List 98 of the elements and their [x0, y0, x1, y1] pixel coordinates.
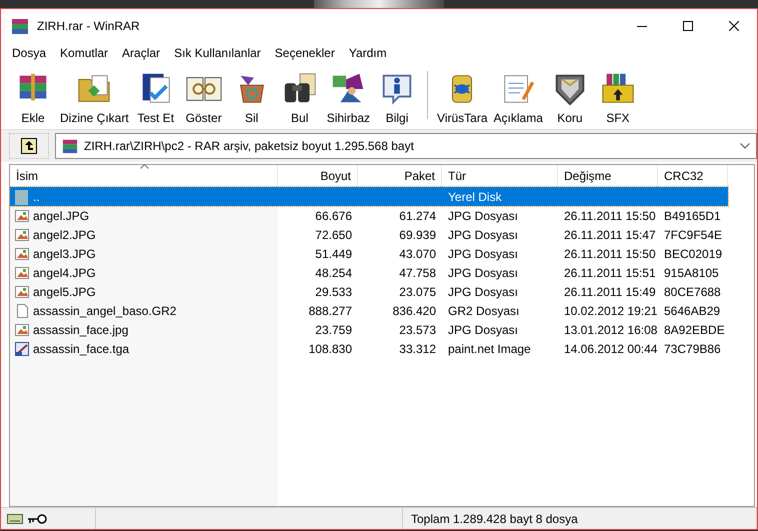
file-name: angel.JPG [33, 208, 90, 222]
toolbar-button[interactable]: Ekle [9, 70, 57, 125]
table-cell: 8A92EBDE [664, 322, 725, 336]
drive-icon [7, 512, 23, 524]
toolbar-button[interactable]: SFX [594, 70, 642, 125]
status-text: Toplam 1.289.428 bayt 8 dosya [411, 512, 578, 526]
toolbar-button[interactable]: Göster [180, 70, 228, 125]
table-cell: 836.420 [392, 304, 436, 318]
file-name: angel2.JPG [33, 228, 96, 242]
menu-item[interactable]: Komutlar [53, 46, 116, 60]
table-cell: 23.075 [399, 284, 436, 298]
table-cell: JPG Dosyası [448, 246, 518, 260]
table-cell: 23.759 [315, 322, 352, 336]
table-cell: 73C79B86 [664, 342, 721, 356]
image-file-icon [14, 246, 30, 262]
table-cell: 26.11.2011 15:50 [564, 246, 656, 260]
key-icon [27, 512, 47, 524]
chevron-down-icon [740, 143, 750, 149]
file-name: assassin_face.tga [33, 342, 130, 356]
file-row[interactable]: .. Yerel Disk [10, 187, 728, 206]
file-row[interactable]: angel.JPG 66.676 61.274 JPG Dosyası 26.11.2011 15:50 B49165D1 [10, 206, 728, 225]
file-name: angel5.JPG [33, 284, 96, 298]
table-cell: 48.254 [315, 266, 352, 280]
table-cell: JPG Dosyası [448, 322, 518, 336]
table-cell: 51.449 [315, 246, 352, 260]
file-row[interactable]: assassin_face.tga 108.830 33.312 paint.net Image 14.06.2012 00:44 73C79B86 [10, 339, 728, 358]
file-name: assassin_face.jpg [33, 322, 128, 336]
table-cell: 108.830 [308, 342, 352, 356]
menu-item[interactable]: Yardım [342, 46, 394, 60]
table-cell: paint.net Image [448, 342, 531, 356]
table-cell: 72.650 [315, 228, 352, 242]
file-row[interactable]: angel2.JPG 72.650 69.939 JPG Dosyası 26.11.2011 15:47 7FC9F54E [10, 225, 728, 244]
paint-file-icon [14, 340, 30, 356]
image-file-icon [14, 226, 30, 242]
books-icon [62, 138, 78, 154]
toolbar-button[interactable]: VirüsTara [434, 70, 491, 125]
image-file-icon [14, 264, 30, 280]
table-cell: 61.274 [399, 208, 436, 222]
books-icon [11, 17, 29, 35]
path-dropdown[interactable]: ZIRH.rar\ZIRH\pc2 - RAR arşiv, paketsiz boyut 1.295.568 bayt [55, 133, 757, 159]
table-cell: 66.676 [315, 208, 352, 222]
toolbar-button[interactable]: Sihirbaz [324, 70, 374, 125]
up-folder-button[interactable] [9, 133, 49, 159]
file-icon [14, 302, 30, 318]
table-cell: 69.939 [399, 228, 436, 242]
file-name: angel3.JPG [33, 246, 96, 260]
table-cell: 26.11.2011 15:49 [564, 284, 656, 298]
menu-item[interactable]: Dosya [5, 46, 54, 60]
table-cell: 5646AB29 [664, 304, 720, 318]
toolbar-button[interactable]: Sil [228, 70, 276, 125]
maximize-icon [683, 21, 693, 31]
toolbar-button[interactable]: Dizine Çıkart [57, 70, 132, 125]
table-cell: 26.11.2011 15:51 [564, 266, 656, 280]
table-cell: 47.758 [399, 266, 436, 280]
file-name: assassin_angel_baso.GR2 [33, 304, 176, 318]
table-cell: 13.01.2012 16:08 [564, 322, 658, 336]
table-cell: JPG Dosyası [448, 208, 518, 222]
table-cell: 43.070 [399, 246, 436, 260]
table-cell: 10.02.2012 19:21 [564, 304, 658, 318]
file-row[interactable]: angel4.JPG 48.254 47.758 JPG Dosyası 26.11.2011 15:51 915A8105 [10, 263, 728, 282]
table-cell: 80CE7688 [664, 284, 721, 298]
file-name: angel4.JPG [33, 266, 96, 280]
table-cell: JPG Dosyası [448, 228, 518, 242]
table-cell: GR2 Dosyası [448, 304, 520, 318]
table-cell: 33.312 [399, 342, 436, 356]
file-row[interactable]: assassin_angel_baso.GR2 888.277 836.420 GR2 Dosyası 10.02.2012 19:21 5646AB29 [10, 301, 728, 320]
file-row[interactable]: angel3.JPG 51.449 43.070 JPG Dosyası 26.11.2011 15:50 BEC02019 [10, 244, 728, 263]
toolbar-button[interactable]: Bilgi [373, 70, 422, 125]
toolbar-button[interactable]: Bul [276, 70, 324, 125]
table-cell: 29.533 [315, 284, 352, 298]
table-cell: 26.11.2011 15:50 [564, 208, 656, 222]
table-cell: 26.11.2011 15:47 [564, 228, 656, 242]
table-cell: 23.573 [399, 322, 436, 336]
table-cell: BEC02019 [664, 246, 722, 260]
window-title: ZIRH.rar - WinRAR [37, 19, 141, 33]
toolbar-button[interactable]: Test Et [132, 70, 180, 125]
menu-item[interactable]: Sık Kullanılanlar [167, 46, 268, 60]
folder-icon [14, 188, 30, 204]
file-row[interactable]: assassin_face.jpg 23.759 23.573 JPG Dosyası 13.01.2012 16:08 8A92EBDE [10, 320, 728, 339]
table-cell: Yerel Disk [448, 190, 502, 204]
table-cell: 14.06.2012 00:44 [564, 342, 658, 356]
table-cell: B49165D1 [664, 208, 721, 222]
table-cell: JPG Dosyası [448, 284, 518, 298]
table-cell: 888.277 [308, 304, 352, 318]
file-row[interactable]: angel5.JPG 29.533 23.075 JPG Dosyası 26.11.2011 15:49 80CE7688 [10, 282, 728, 301]
image-file-icon [14, 284, 30, 300]
close-icon [729, 21, 739, 31]
image-file-icon [14, 208, 30, 224]
image-file-icon [14, 322, 30, 338]
menu-item[interactable]: Araçlar [115, 46, 168, 60]
toolbar-button[interactable]: Koru [546, 70, 594, 125]
table-cell: 915A8105 [664, 266, 719, 280]
file-name: .. [33, 190, 40, 204]
table-cell: JPG Dosyası [448, 266, 518, 280]
toolbar-button[interactable]: Açıklama [490, 70, 546, 125]
menu-item[interactable]: Seçenekler [268, 46, 342, 60]
sort-caret-icon [140, 164, 149, 169]
table-cell: 7FC9F54E [664, 228, 722, 242]
